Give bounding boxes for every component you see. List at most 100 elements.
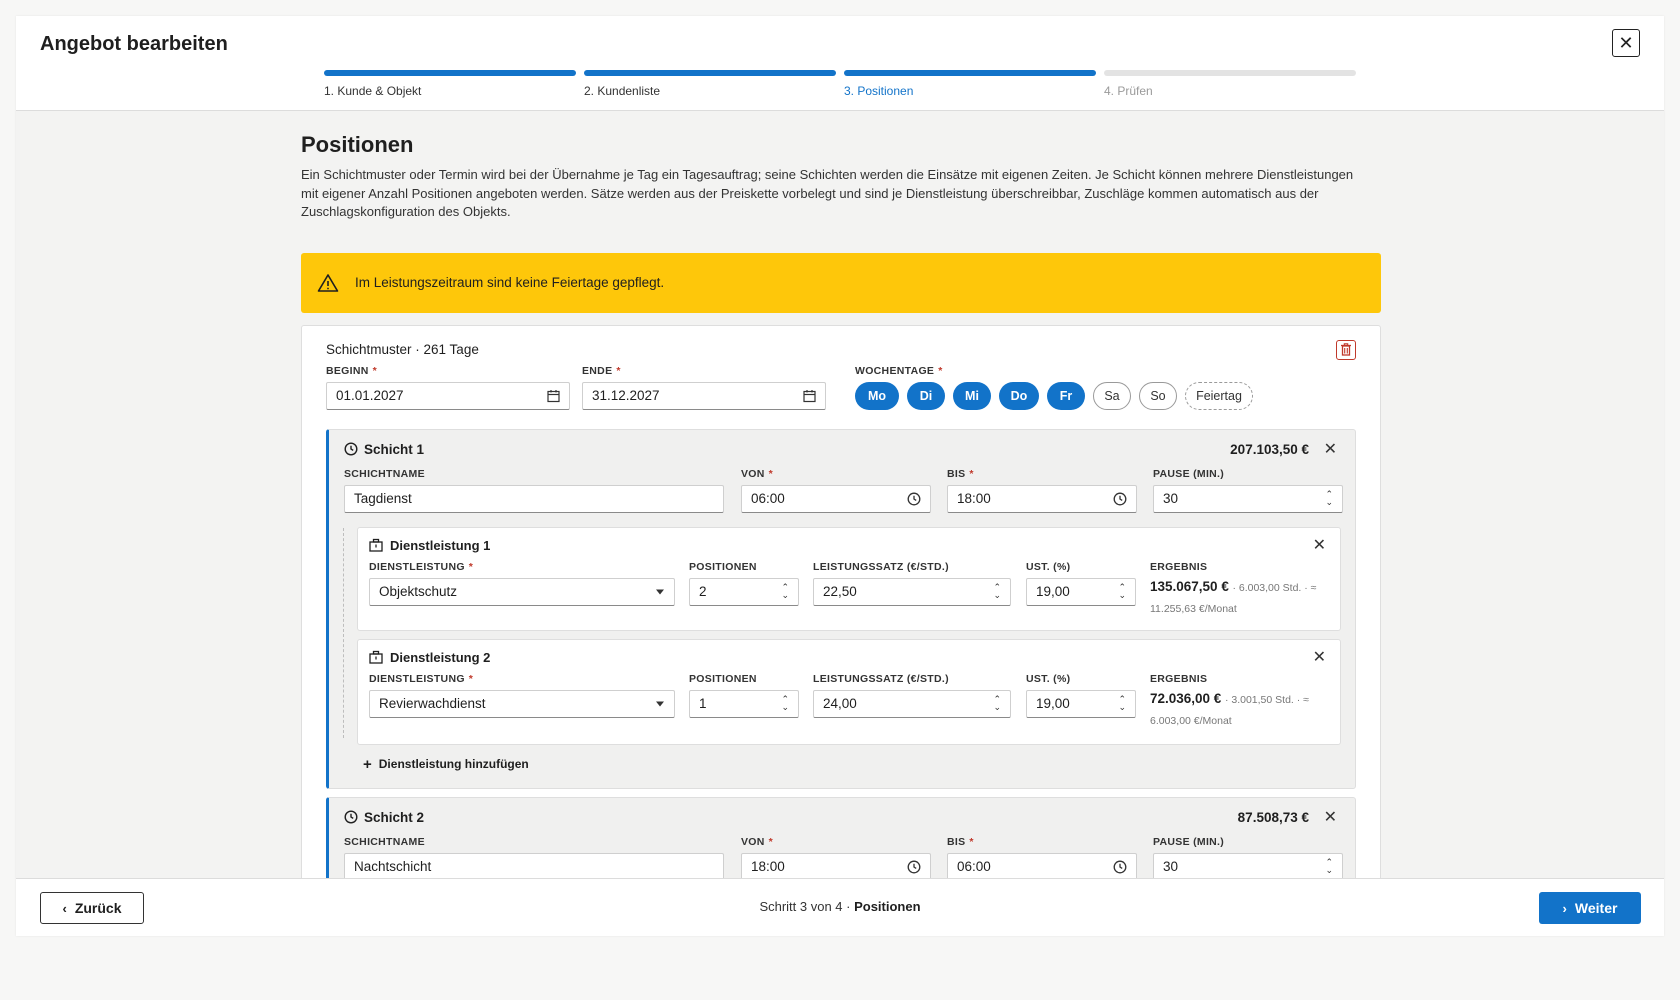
positions-input[interactable]: 2 ⌃ ⌄ xyxy=(689,577,799,606)
edit-offer-modal: Angebot bearbeiten ✕ 1. Kunde & Objekt 2… xyxy=(16,16,1664,936)
step-customer-object[interactable]: 1. Kunde & Objekt xyxy=(324,70,576,98)
remove-service-button[interactable]: ✕ xyxy=(1313,647,1326,667)
remove-shift-button[interactable]: ✕ xyxy=(1324,439,1337,459)
step-progress-bar xyxy=(584,70,836,76)
vat-value: 19,00 xyxy=(1036,696,1070,711)
shift-name-value: Nachtschicht xyxy=(354,859,432,874)
close-icon: ✕ xyxy=(1312,648,1326,666)
shift-title: Schicht 1 xyxy=(364,441,425,457)
service-label: DIENSTLEISTUNG * xyxy=(369,560,474,573)
step-label: 3. Positionen xyxy=(844,84,914,98)
shift-card: Schicht 1 207.103,50 € ✕ SCHICHTNAME Tag… xyxy=(326,428,1356,789)
shift-header: Schicht 1 xyxy=(344,442,424,457)
caret-down-icon[interactable] xyxy=(655,701,665,707)
clock-icon[interactable] xyxy=(1113,860,1127,874)
stepper-arrows-icon[interactable]: ⌃ ⌄ xyxy=(1118,582,1126,600)
step-label: 1. Kunde & Objekt xyxy=(324,84,422,98)
positions-value: 2 xyxy=(699,584,707,599)
page-title: Positionen xyxy=(301,132,414,157)
weekday-chip-mi[interactable]: Mi xyxy=(953,381,991,410)
close-icon: ✕ xyxy=(1312,536,1326,554)
modal-footer: ‹ Zurück Schritt 3 von 4 · Positionen › … xyxy=(16,878,1664,936)
page-description: Ein Schichtmuster oder Termin wird bei d… xyxy=(301,167,1354,219)
to-time-input[interactable]: 06:00 xyxy=(947,852,1137,878)
positions-input[interactable]: 1 ⌃ ⌄ xyxy=(689,689,799,718)
weekday-chip-di[interactable]: Di xyxy=(907,381,945,410)
shift-name-value: Tagdienst xyxy=(354,491,412,506)
clock-icon[interactable] xyxy=(907,492,921,506)
shift-pattern-card: Schichtmuster · 261 Tage BEGINN * 01.01.… xyxy=(301,324,1381,878)
caret-down-icon[interactable] xyxy=(655,589,665,595)
service-select[interactable]: Objektschutz xyxy=(369,577,675,606)
holiday-chip[interactable]: Feiertag xyxy=(1185,381,1253,410)
next-button[interactable]: › Weiter xyxy=(1539,892,1641,924)
break-input[interactable]: 30 ⌃ ⌄ xyxy=(1153,484,1343,513)
rate-input[interactable]: 24,00 ⌃ ⌄ xyxy=(813,689,1011,718)
shift-total: 207.103,50 € xyxy=(1230,441,1309,457)
service-result: 72.036,00 € · 3.001,50 Std. · ≈ 6.003,00… xyxy=(1150,689,1330,731)
shift-name-input[interactable]: Tagdienst xyxy=(344,484,724,513)
briefcase-icon xyxy=(369,538,383,552)
close-icon: ✕ xyxy=(1618,32,1634,53)
from-time-input[interactable]: 06:00 xyxy=(741,484,931,513)
modal-body[interactable]: Positionen Ein Schichtmuster oder Termin… xyxy=(16,111,1664,878)
weekday-chip-sa[interactable]: Sa xyxy=(1093,381,1131,410)
add-service-label: Dienstleistung hinzufügen xyxy=(378,757,529,771)
calendar-icon[interactable] xyxy=(803,389,816,402)
stepper: 1. Kunde & Objekt 2. Kundenliste 3. Posi… xyxy=(324,70,1356,98)
modal-title: Angebot bearbeiten xyxy=(40,33,228,55)
step-customer-list[interactable]: 2. Kundenliste xyxy=(584,70,836,98)
step-label: 2. Kundenliste xyxy=(584,84,661,98)
close-button[interactable]: ✕ xyxy=(1612,29,1640,57)
positions-content: Positionen Ein Schichtmuster oder Termin… xyxy=(301,111,1381,878)
step-indicator-text: Schritt 3 von 4 · xyxy=(759,899,855,914)
weekdays-label: WOCHENTAGE * xyxy=(855,364,943,377)
service-header: Dienstleistung 2 xyxy=(369,650,490,665)
to-time-input[interactable]: 18:00 xyxy=(947,484,1137,513)
stepper-arrows-icon[interactable]: ⌃ ⌄ xyxy=(1118,694,1126,712)
vat-input[interactable]: 19,00 ⌃ ⌄ xyxy=(1026,689,1136,718)
service-value: Objektschutz xyxy=(379,584,458,599)
vat-input[interactable]: 19,00 ⌃ ⌄ xyxy=(1026,577,1136,606)
vat-label: UST. (%) xyxy=(1026,672,1071,685)
weekday-chips: Mo Di Mi Do Fr Sa So Feiertag xyxy=(855,381,1253,410)
plus-icon: + xyxy=(363,755,372,773)
shift-name-input[interactable]: Nachtschicht xyxy=(344,852,724,878)
service-card: Dienstleistung 2 ✕ DIENSTLEISTUNG * Revie… xyxy=(357,638,1341,745)
clock-icon xyxy=(344,442,358,456)
stepper-arrows-icon[interactable]: ⌃ ⌄ xyxy=(993,582,1001,600)
step-indicator: Schritt 3 von 4 · Positionen xyxy=(16,899,1664,914)
result-label: ERGEBNIS xyxy=(1150,560,1208,573)
rate-input[interactable]: 22,50 ⌃ ⌄ xyxy=(813,577,1011,606)
step-review[interactable]: 4. Prüfen xyxy=(1104,70,1356,98)
service-select[interactable]: Revierwachdienst xyxy=(369,689,675,718)
break-input[interactable]: 30 ⌃ ⌄ xyxy=(1153,852,1343,878)
rate-value: 24,00 xyxy=(823,696,857,711)
remove-service-button[interactable]: ✕ xyxy=(1313,535,1326,555)
to-time-value: 18:00 xyxy=(957,491,991,506)
step-positions[interactable]: 3. Positionen xyxy=(844,70,1096,98)
weekday-chip-fr[interactable]: Fr xyxy=(1047,381,1085,410)
calendar-icon[interactable] xyxy=(547,389,560,402)
stepper-arrows-icon[interactable]: ⌃ ⌄ xyxy=(781,694,789,712)
begin-date-input[interactable]: 01.01.2027 xyxy=(326,381,570,410)
rate-label: LEISTUNGSSATZ (€/STD.) xyxy=(813,560,949,573)
from-time-input[interactable]: 18:00 xyxy=(741,852,931,878)
weekday-chip-mo[interactable]: Mo xyxy=(855,381,899,410)
clock-icon[interactable] xyxy=(907,860,921,874)
briefcase-icon xyxy=(369,650,383,664)
remove-shift-button[interactable]: ✕ xyxy=(1324,807,1337,827)
stepper-arrows-icon[interactable]: ⌃ ⌄ xyxy=(781,582,789,600)
trash-icon xyxy=(1341,343,1351,356)
next-button-label: Weiter xyxy=(1574,900,1618,916)
weekday-chip-do[interactable]: Do xyxy=(999,381,1039,410)
clock-icon[interactable] xyxy=(1113,492,1127,506)
from-label: VON * xyxy=(741,835,774,848)
end-date-input[interactable]: 31.12.2027 xyxy=(582,381,826,410)
weekday-chip-so[interactable]: So xyxy=(1139,381,1177,410)
stepper-arrows-icon[interactable]: ⌃ ⌄ xyxy=(1325,489,1333,507)
shift-card: Schicht 2 87.508,73 € ✕ SCHICHTNAME Nach… xyxy=(326,796,1356,878)
add-service-button[interactable]: + Dienstleistung hinzufügen xyxy=(363,756,529,773)
stepper-arrows-icon[interactable]: ⌃ ⌄ xyxy=(1325,857,1333,875)
stepper-arrows-icon[interactable]: ⌃ ⌄ xyxy=(993,694,1001,712)
